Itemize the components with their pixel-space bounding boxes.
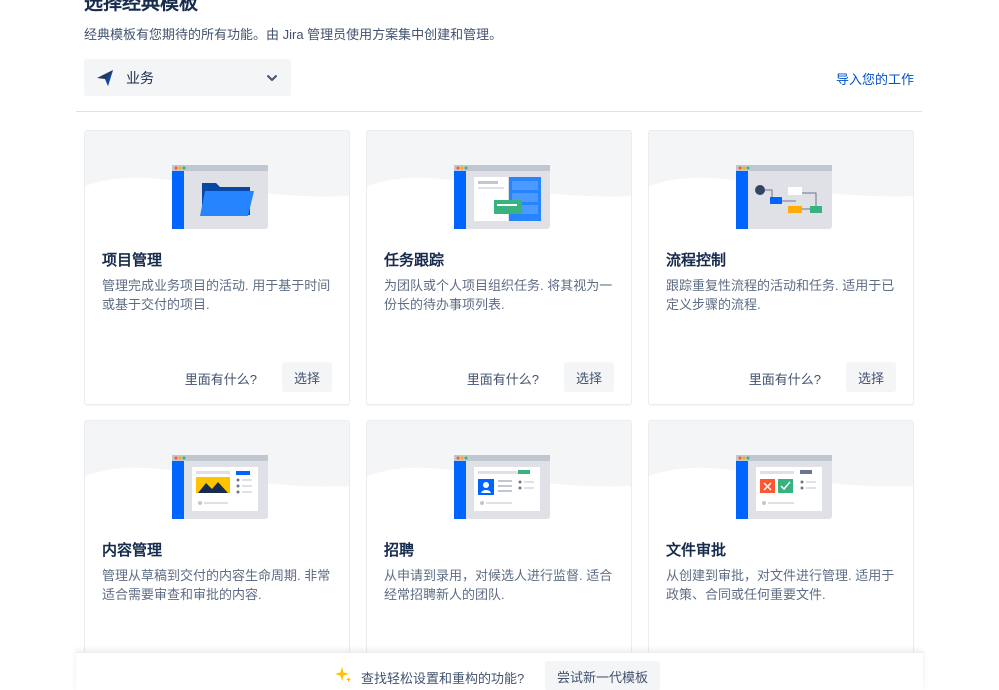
template-card-project-management[interactable]: 项目管理 管理完成业务项目的活动. 用于基于时间或基于交付的项目. 里面有什么?… xyxy=(84,130,350,405)
card-description: 从创建到审批，对文件进行管理. 适用于政策、合同或任何重要文件. xyxy=(666,568,895,602)
card-description: 跟踪重复性流程的活动和任务. 适用于已定义步骤的流程. xyxy=(666,278,895,312)
select-button[interactable]: 选择 xyxy=(282,362,332,392)
template-card-task-tracking[interactable]: 任务跟踪 为团队或个人项目组织任务. 将其视为一份长的待办事项列表. 里面有什么… xyxy=(366,130,632,405)
folder-icon xyxy=(172,165,268,229)
sparkle-icon xyxy=(334,666,352,684)
recruiting-icon xyxy=(454,455,550,519)
workflow-icon xyxy=(736,165,832,229)
divider xyxy=(76,111,922,112)
card-title: 内容管理 xyxy=(102,542,163,559)
card-title: 任务跟踪 xyxy=(384,252,445,269)
template-card-document-approval[interactable]: 文件审批 从创建到审批，对文件进行管理. 适用于政策、合同或任何重要文件. xyxy=(648,420,914,680)
import-work-link[interactable]: 导入您的工作 xyxy=(836,69,914,88)
business-icon xyxy=(96,69,114,87)
page-title: 选择经典模板 xyxy=(84,0,199,14)
card-description: 从申请到录用，对候选人进行监督. 适合经常招聘新人的团队. xyxy=(384,568,613,602)
card-title: 文件审批 xyxy=(666,542,727,559)
try-next-gen-button[interactable]: 尝试新一代模板 xyxy=(545,661,661,690)
card-hero xyxy=(85,131,349,243)
whats-inside-link[interactable]: 里面有什么? xyxy=(749,369,821,388)
card-title: 流程控制 xyxy=(666,252,727,269)
next-gen-question: 查找轻松设置和重构的功能? xyxy=(361,671,525,686)
card-hero xyxy=(649,421,913,533)
template-card-process-control[interactable]: 流程控制 跟踪重复性流程的活动和任务. 适用于已定义步骤的流程. 里面有什么? … xyxy=(648,130,914,405)
chevron-down-icon xyxy=(265,71,279,85)
card-title: 项目管理 xyxy=(102,252,163,269)
whats-inside-link[interactable]: 里面有什么? xyxy=(185,369,257,388)
template-card-recruiting[interactable]: 招聘 从申请到录用，对候选人进行监督. 适合经常招聘新人的团队. xyxy=(366,420,632,680)
select-button[interactable]: 选择 xyxy=(564,362,614,392)
card-hero xyxy=(367,421,631,533)
card-hero xyxy=(367,131,631,243)
template-card-content-management[interactable]: 内容管理 管理从草稿到交付的内容生命周期. 非常适合需要审查和审批的内容. xyxy=(84,420,350,680)
bottom-bar: 查找轻松设置和重构的功能? 尝试新一代模板 xyxy=(76,652,923,690)
page-subtitle: 经典模板有您期待的所有功能。由 Jira 管理员使用方案集中创建和管理。 xyxy=(84,27,503,42)
select-button[interactable]: 选择 xyxy=(846,362,896,392)
card-hero xyxy=(85,421,349,533)
card-title: 招聘 xyxy=(384,542,415,559)
card-description: 管理完成业务项目的活动. 用于基于时间或基于交付的项目. xyxy=(102,278,331,312)
whats-inside-link[interactable]: 里面有什么? xyxy=(467,369,539,388)
task-list-icon xyxy=(454,165,550,229)
document-approval-icon xyxy=(736,455,832,519)
card-description: 管理从草稿到交付的内容生命周期. 非常适合需要审查和审批的内容. xyxy=(102,568,331,602)
card-description: 为团队或个人项目组织任务. 将其视为一份长的待办事项列表. xyxy=(384,278,613,312)
project-type-label: 业务 xyxy=(126,69,154,86)
project-type-select[interactable]: 业务 xyxy=(84,59,291,96)
content-icon xyxy=(172,455,268,519)
card-hero xyxy=(649,131,913,243)
